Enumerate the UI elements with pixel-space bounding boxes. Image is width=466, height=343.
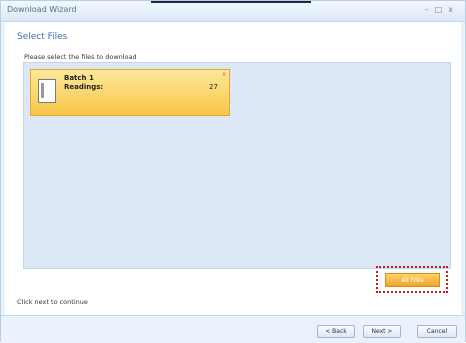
document-icon bbox=[38, 79, 56, 103]
file-list-panel: Batch 1 Readings: 27 x bbox=[23, 62, 451, 269]
cancel-button[interactable]: Cancel bbox=[417, 325, 457, 338]
status-text: Click next to continue bbox=[17, 298, 88, 306]
title-bar[interactable]: Download Wizard –□x bbox=[1, 1, 465, 22]
file-tile-batch-1[interactable]: Batch 1 Readings: 27 x bbox=[30, 69, 230, 116]
window-title: Download Wizard bbox=[7, 5, 77, 14]
instruction-text: Please select the files to download bbox=[24, 53, 137, 61]
top-edge-line bbox=[151, 1, 311, 3]
download-wizard-window: Download Wizard –□x Select Files Please … bbox=[0, 0, 466, 343]
close-icon[interactable]: x bbox=[448, 5, 459, 14]
tile-close-icon[interactable]: x bbox=[222, 71, 226, 78]
readings-label: Readings: bbox=[64, 83, 104, 91]
minimize-icon[interactable]: – bbox=[425, 5, 435, 14]
file-name: Batch 1 bbox=[64, 74, 94, 82]
readings-count: 27 bbox=[209, 83, 218, 91]
window-controls: –□x bbox=[425, 5, 459, 14]
wizard-content: Select Files Please select the files to … bbox=[5, 22, 461, 316]
page-title: Select Files bbox=[17, 32, 68, 42]
maximize-icon[interactable]: □ bbox=[435, 5, 449, 14]
wizard-footer: < Back Next > Cancel bbox=[1, 315, 465, 343]
all-files-button[interactable]: All Files bbox=[385, 273, 440, 287]
next-button[interactable]: Next > bbox=[363, 325, 401, 338]
back-button[interactable]: < Back bbox=[317, 325, 355, 338]
